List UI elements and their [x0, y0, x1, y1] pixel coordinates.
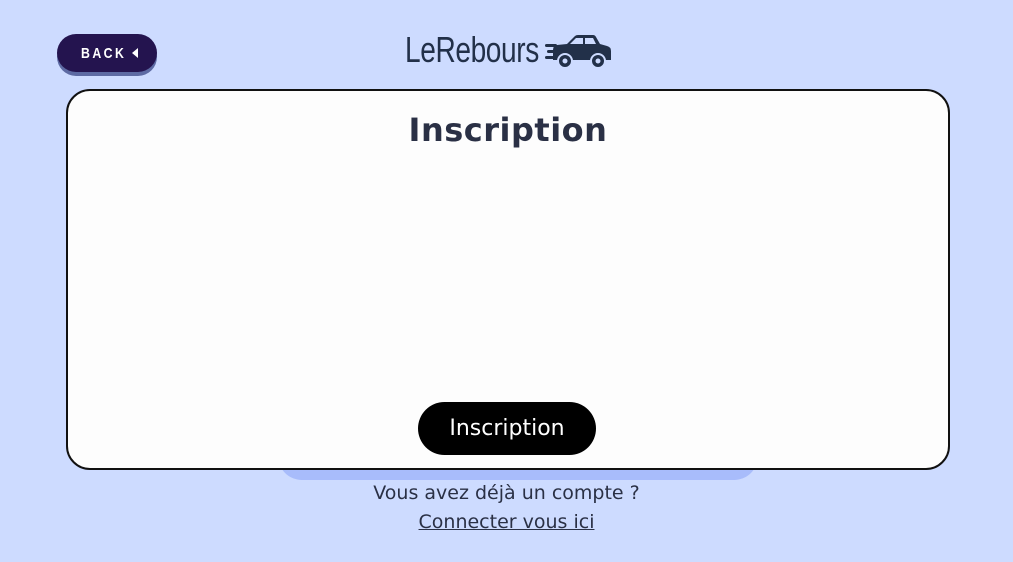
- page-title: Inscription: [408, 111, 608, 149]
- signup-submit-button[interactable]: Inscription: [418, 402, 596, 455]
- logo-text: LeRebours: [405, 29, 539, 70]
- back-button[interactable]: BACK: [57, 34, 157, 72]
- caret-left-icon: [131, 48, 138, 58]
- login-link[interactable]: Connecter vous ici: [0, 511, 1013, 533]
- car-icon: [545, 35, 611, 69]
- logo: LeRebours: [405, 28, 611, 72]
- signup-card: Inscription Inscription: [66, 89, 950, 470]
- back-button-label: BACK: [81, 44, 127, 62]
- existing-account-question: Vous avez déjà un compte ?: [373, 482, 640, 504]
